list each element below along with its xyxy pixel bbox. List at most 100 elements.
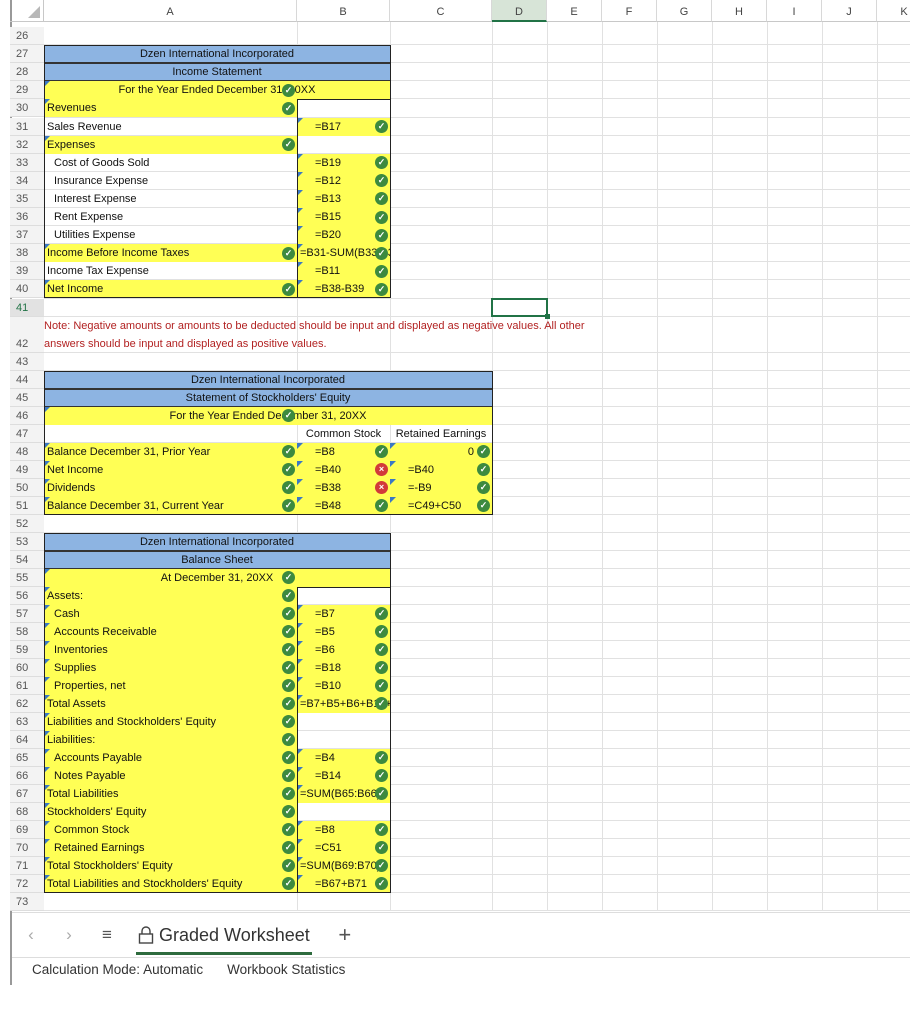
row-header[interactable]: 52 (10, 514, 44, 533)
cell-a36[interactable]: Rent Expense (44, 208, 297, 226)
row-header[interactable]: 43 (10, 352, 44, 371)
cell-a29[interactable]: For the Year Ended December 31, 20XX (44, 81, 390, 100)
selected-cell-d41[interactable] (491, 297, 550, 319)
plus-icon[interactable]: + (326, 922, 364, 948)
row-header[interactable]: 70 (10, 838, 44, 857)
cell-a35[interactable]: Interest Expense (44, 190, 297, 208)
row-header[interactable]: 54 (10, 550, 44, 569)
row-header[interactable]: 51 (10, 496, 44, 515)
row-header[interactable]: 28 (10, 63, 44, 82)
column-header-k[interactable]: K (877, 0, 910, 22)
row-header[interactable]: 59 (10, 640, 44, 659)
row-header[interactable]: 71 (10, 856, 44, 875)
cell-a60[interactable]: Supplies (44, 658, 297, 677)
column-header-f[interactable]: F (602, 0, 657, 22)
row-header[interactable]: 29 (10, 81, 44, 100)
cell-a65[interactable]: Accounts Payable (44, 748, 297, 767)
cell-a38[interactable]: Income Before Income Taxes (44, 244, 297, 263)
row-header[interactable]: 56 (10, 586, 44, 605)
cell-a44[interactable]: Dzen International Incorporated (44, 370, 492, 389)
cell-a62[interactable]: Total Assets (44, 694, 297, 713)
cell-a53[interactable]: Dzen International Incorporated (44, 532, 390, 551)
row-header[interactable]: 66 (10, 766, 44, 785)
row-header[interactable]: 41 (10, 298, 44, 317)
row-header[interactable]: 45 (10, 388, 44, 407)
cell-a57[interactable]: Cash (44, 604, 297, 623)
cell-a61[interactable]: Properties, net (44, 676, 297, 695)
cell-a66[interactable]: Notes Payable (44, 766, 297, 785)
row-header[interactable]: 30 (10, 99, 44, 118)
row-header[interactable]: 73 (10, 892, 44, 911)
cell-a51[interactable]: Balance December 31, Current Year (44, 496, 297, 515)
cell-a71[interactable]: Total Stockholders' Equity (44, 856, 297, 875)
cell-a32[interactable]: Expenses (44, 135, 297, 154)
cell-a72[interactable]: Total Liabilities and Stockholders' Equi… (44, 874, 297, 893)
row-header[interactable]: 31 (10, 117, 44, 136)
cell-a54[interactable]: Balance Sheet (44, 550, 390, 569)
row-header[interactable]: 64 (10, 730, 44, 749)
column-header-c[interactable]: C (390, 0, 492, 22)
workbook-statistics-button[interactable]: Workbook Statistics (227, 962, 345, 977)
row-header[interactable]: 32 (10, 135, 44, 154)
hamburger-icon[interactable]: ≡ (88, 925, 126, 945)
row-header[interactable]: 42 (10, 316, 44, 353)
row-header[interactable]: 40 (10, 280, 44, 299)
cell-a40[interactable]: Net Income (44, 280, 297, 299)
row-header[interactable]: 48 (10, 442, 44, 461)
cell-a67[interactable]: Total Liabilities (44, 784, 297, 803)
cell-c47[interactable]: Retained Earnings (390, 425, 492, 443)
row-header[interactable]: 44 (10, 370, 44, 389)
cell-a49[interactable]: Net Income (44, 460, 297, 479)
row-header[interactable]: 35 (10, 189, 44, 208)
cell-a69[interactable]: Common Stock (44, 820, 297, 839)
row-header[interactable]: 39 (10, 262, 44, 281)
cell-a39[interactable]: Income Tax Expense (44, 262, 297, 280)
column-header-d[interactable]: D (492, 0, 547, 22)
cell-a56[interactable]: Assets: (44, 586, 297, 605)
cell-a30[interactable]: Revenues (44, 99, 297, 118)
cell-a33[interactable]: Cost of Goods Sold (44, 154, 297, 172)
row-header[interactable]: 58 (10, 622, 44, 641)
cell-a48[interactable]: Balance December 31, Prior Year (44, 442, 297, 461)
cell-a55[interactable]: At December 31, 20XX (44, 568, 390, 587)
row-header[interactable]: 47 (10, 424, 44, 443)
tab-graded-worksheet[interactable]: Graded Worksheet (136, 913, 312, 957)
row-header[interactable]: 62 (10, 694, 44, 713)
cell-a27[interactable]: Dzen International Incorporated (44, 45, 390, 64)
column-header-g[interactable]: G (657, 0, 712, 22)
cell-b47[interactable]: Common Stock (297, 425, 390, 443)
cell-a46[interactable]: For the Year Ended December 31, 20XX (44, 406, 492, 425)
row-header[interactable]: 65 (10, 748, 44, 767)
row-header[interactable]: 26 (10, 27, 44, 46)
row-header[interactable]: 57 (10, 604, 44, 623)
row-header[interactable]: 60 (10, 658, 44, 677)
row-header[interactable]: 69 (10, 820, 44, 839)
column-header-h[interactable]: H (712, 0, 767, 22)
cell-a34[interactable]: Insurance Expense (44, 172, 297, 190)
cell-a37[interactable]: Utilities Expense (44, 226, 297, 244)
row-header[interactable]: 34 (10, 171, 44, 190)
row-header[interactable]: 37 (10, 226, 44, 245)
row-header[interactable]: 46 (10, 406, 44, 425)
row-header[interactable]: 38 (10, 244, 44, 263)
row-header[interactable]: 61 (10, 676, 44, 695)
cell-a70[interactable]: Retained Earnings (44, 838, 297, 857)
cell-a28[interactable]: Income Statement (44, 63, 390, 82)
row-header[interactable]: 53 (10, 532, 44, 551)
chevron-left-icon[interactable]: ‹ (12, 925, 50, 945)
cell-a59[interactable]: Inventories (44, 640, 297, 659)
row-header[interactable]: 63 (10, 712, 44, 731)
column-header-i[interactable]: I (767, 0, 822, 22)
row-header[interactable]: 68 (10, 802, 44, 821)
cell-a58[interactable]: Accounts Receivable (44, 622, 297, 641)
row-header[interactable]: 55 (10, 568, 44, 587)
row-header[interactable]: 36 (10, 208, 44, 227)
column-header-j[interactable]: J (822, 0, 877, 22)
cell-a64[interactable]: Liabilities: (44, 730, 297, 749)
cell-a68[interactable]: Stockholders' Equity (44, 802, 297, 821)
row-header[interactable]: 67 (10, 784, 44, 803)
cell-a31[interactable]: Sales Revenue (44, 118, 297, 136)
row-header[interactable]: 27 (10, 45, 44, 64)
row-header[interactable]: 50 (10, 478, 44, 497)
row-header[interactable]: 49 (10, 460, 44, 479)
